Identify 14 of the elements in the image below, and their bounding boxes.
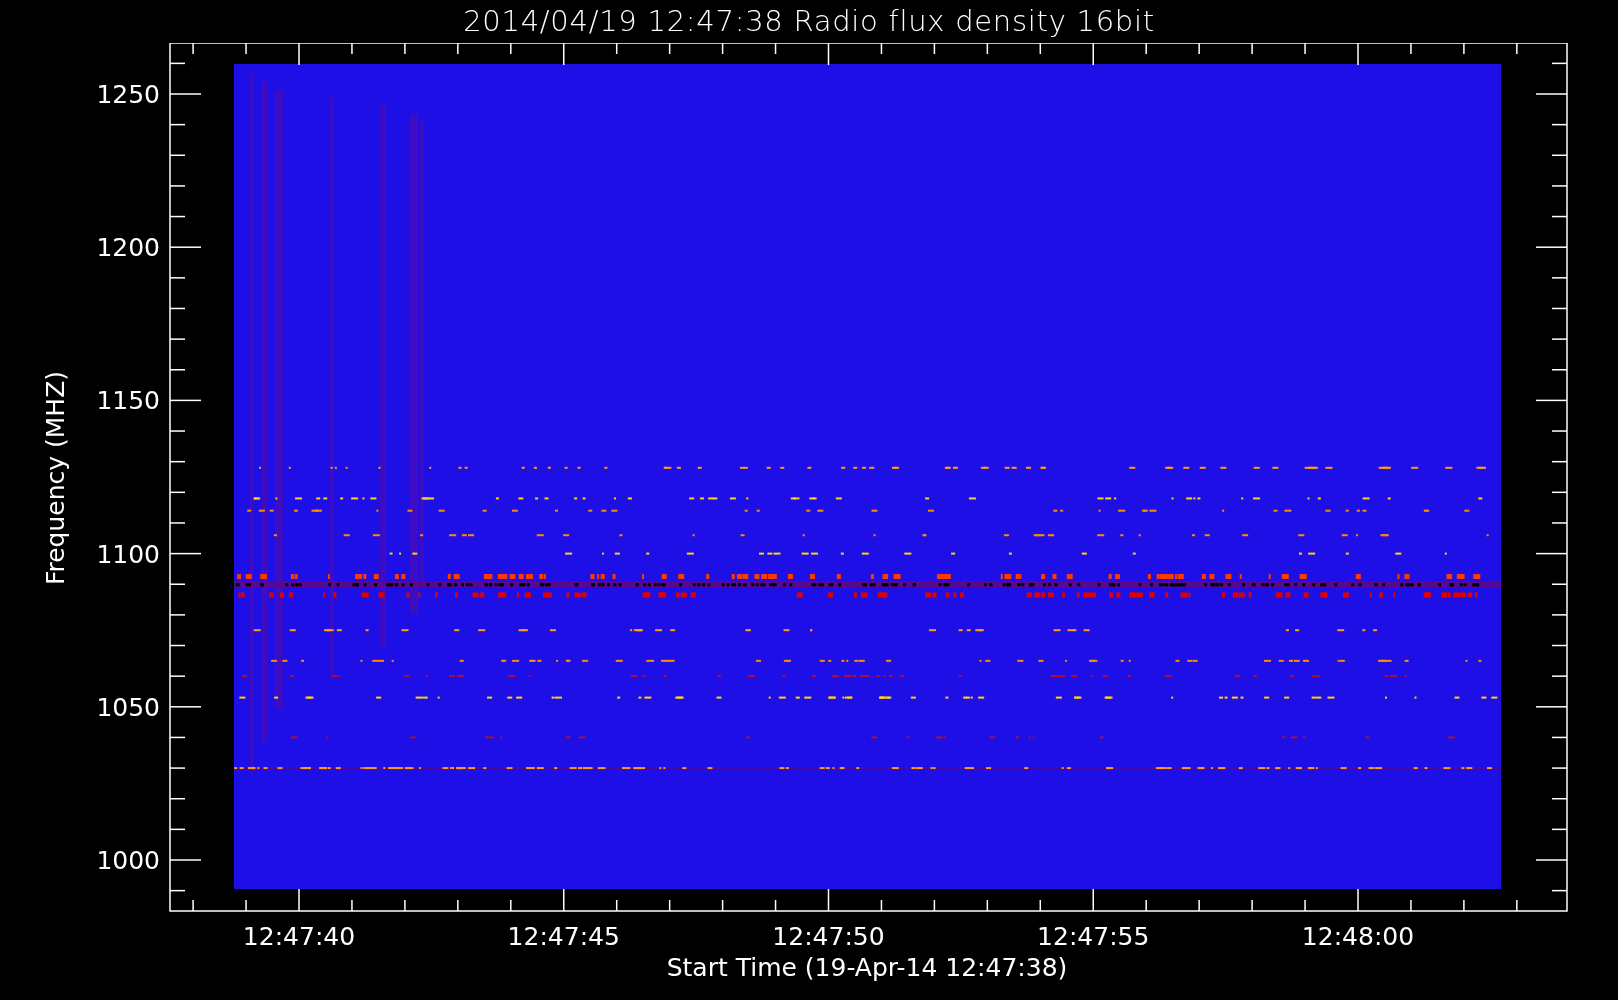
x-axis-label: Start Time (19-Apr-14 12:47:38) xyxy=(666,953,1068,982)
x-tick-label: 12:47:45 xyxy=(507,922,620,951)
y-tick-label: 1250 xyxy=(96,80,160,109)
x-tick-label: 12:47:55 xyxy=(1037,922,1150,951)
x-tick-label: 12:48:00 xyxy=(1301,922,1415,951)
y-tick-label: 1150 xyxy=(96,386,160,416)
y-tick-label: 1200 xyxy=(96,233,160,263)
x-tick-label: 12:47:40 xyxy=(242,922,356,951)
y-axis-label: Frequency (MHZ) xyxy=(41,370,70,586)
plot-title: 2014/04/19 12:47:38 Radio flux density 16bit xyxy=(463,7,1155,36)
y-tick-label: 1000 xyxy=(96,846,160,875)
x-tick-label: 12:47:50 xyxy=(772,922,885,951)
y-tick-label: 1100 xyxy=(96,539,160,569)
y-tick-label: 1050 xyxy=(96,692,160,722)
